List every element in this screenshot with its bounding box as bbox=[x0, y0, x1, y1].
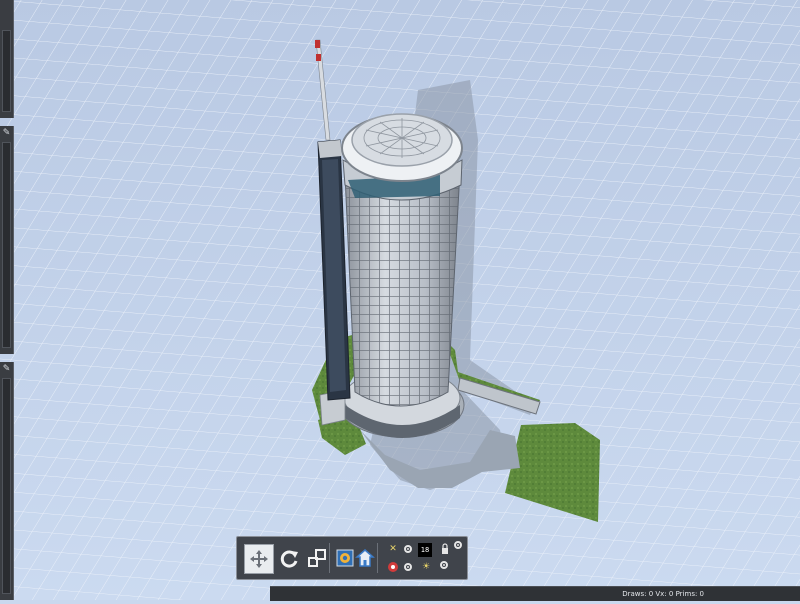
side-panel-bottom[interactable]: ✎ bbox=[0, 362, 14, 600]
option-radio[interactable] bbox=[440, 561, 448, 569]
texture-radio[interactable] bbox=[404, 563, 412, 571]
side-panel-top[interactable] bbox=[0, 0, 14, 118]
panel-scroll-rail[interactable] bbox=[2, 30, 11, 112]
panel-scroll-rail[interactable] bbox=[2, 378, 11, 594]
rotate-button[interactable] bbox=[275, 544, 303, 572]
lock-radio[interactable] bbox=[454, 541, 462, 549]
light-icon[interactable]: ☀ bbox=[420, 561, 432, 573]
home-icon bbox=[355, 549, 375, 567]
scene-canvas bbox=[0, 0, 800, 600]
lock-icon[interactable] bbox=[439, 543, 451, 555]
pin-icon[interactable]: ✎ bbox=[1, 128, 12, 139]
wireframe-icon[interactable]: ✕ bbox=[387, 543, 399, 555]
render-stats: Draws: 0 Vx: 0 Prims: 0 bbox=[622, 590, 704, 598]
move-arrows-icon bbox=[250, 550, 268, 568]
scale-icon bbox=[308, 549, 326, 567]
toolbar-divider bbox=[329, 543, 330, 573]
panel-scroll-rail[interactable] bbox=[2, 142, 11, 348]
3d-viewport[interactable] bbox=[0, 0, 800, 600]
scale-button[interactable] bbox=[303, 544, 331, 572]
lod-value: 18 bbox=[418, 543, 432, 557]
status-bar: Draws: 0 Vx: 0 Prims: 0 bbox=[270, 586, 800, 601]
home-button[interactable] bbox=[351, 544, 379, 572]
side-panel-middle[interactable]: ✎ bbox=[0, 126, 14, 354]
texture-icon[interactable] bbox=[387, 561, 399, 573]
pin-icon[interactable]: ✎ bbox=[1, 364, 12, 375]
wireframe-radio[interactable] bbox=[404, 545, 412, 553]
toolbar-divider bbox=[377, 543, 378, 573]
move-button[interactable] bbox=[244, 544, 274, 574]
rotate-icon bbox=[280, 550, 298, 568]
viewport-toolbar: ✕ 18 ☀ bbox=[236, 536, 468, 580]
